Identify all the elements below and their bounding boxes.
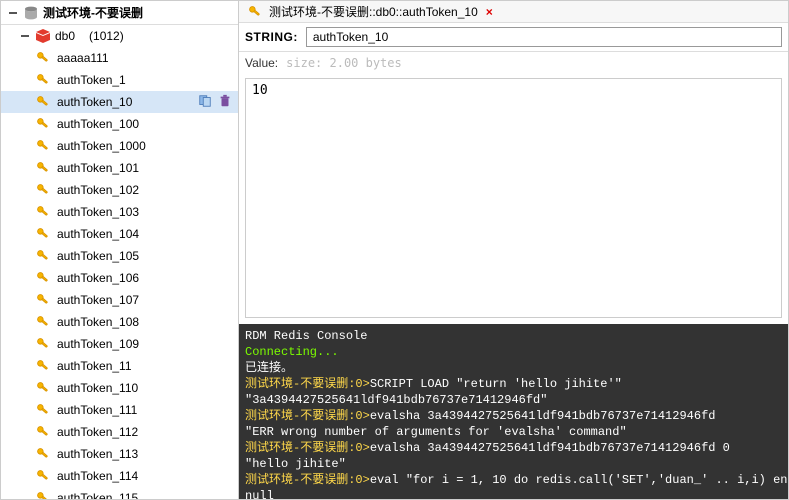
key-label: authToken_11 xyxy=(57,359,232,373)
key-icon xyxy=(35,358,51,374)
tree-item[interactable]: authToken_108 xyxy=(1,311,238,333)
key-icon xyxy=(35,116,51,132)
key-label: authToken_101 xyxy=(57,161,232,175)
tree-item[interactable]: aaaaa111 xyxy=(1,47,238,69)
tree-item[interactable]: authToken_103 xyxy=(1,201,238,223)
tree-item[interactable]: authToken_105 xyxy=(1,245,238,267)
tree-item[interactable]: authToken_1000 xyxy=(1,135,238,157)
key-label: authToken_112 xyxy=(57,425,232,439)
key-icon xyxy=(35,72,51,88)
tree-item[interactable]: authToken_11 xyxy=(1,355,238,377)
key-label: authToken_1000 xyxy=(57,139,232,153)
size-hint: size: 2.00 bytes xyxy=(286,56,402,70)
key-icon xyxy=(35,270,51,286)
key-label: authToken_110 xyxy=(57,381,232,395)
key-icon xyxy=(35,94,51,110)
rename-icon[interactable] xyxy=(198,94,212,111)
key-icon xyxy=(35,160,51,176)
key-icon xyxy=(35,182,51,198)
key-icon xyxy=(35,292,51,308)
key-label: authToken_10 xyxy=(57,95,192,109)
tree-item[interactable]: authToken_102 xyxy=(1,179,238,201)
collapse-icon[interactable] xyxy=(19,30,31,42)
key-icon xyxy=(35,446,51,462)
key-icon xyxy=(35,380,51,396)
key-icon xyxy=(35,402,51,418)
console[interactable]: RDM Redis ConsoleConnecting...已连接。测试环境-不… xyxy=(239,324,788,499)
root-label: 测试环境-不要误删 xyxy=(43,4,143,21)
key-header: STRING: xyxy=(239,23,788,52)
value-header: Value: size: 2.00 bytes xyxy=(239,52,788,74)
db-count: (1012) xyxy=(89,29,124,43)
main: 测试环境-不要误删::db0::authToken_10 × STRING: V… xyxy=(239,1,788,499)
key-name-input[interactable] xyxy=(306,27,782,47)
type-label: STRING: xyxy=(245,30,298,44)
key-label: authToken_105 xyxy=(57,249,232,263)
tree-item[interactable]: authToken_106 xyxy=(1,267,238,289)
key-label: authToken_109 xyxy=(57,337,232,351)
database-icon xyxy=(23,5,39,21)
tab-title[interactable]: 测试环境-不要误删::db0::authToken_10 xyxy=(269,3,478,20)
value-box[interactable]: 10 xyxy=(245,78,782,318)
key-icon xyxy=(35,314,51,330)
key-label: authToken_113 xyxy=(57,447,232,461)
key-label: authToken_100 xyxy=(57,117,232,131)
key-icon xyxy=(35,490,51,499)
tree-root[interactable]: 测试环境-不要误删 xyxy=(1,1,238,25)
key-icon xyxy=(35,204,51,220)
key-label: authToken_108 xyxy=(57,315,232,329)
tree-item[interactable]: authToken_112 xyxy=(1,421,238,443)
tree-item[interactable]: authToken_115 xyxy=(1,487,238,499)
key-label: authToken_115 xyxy=(57,491,232,499)
tree-item[interactable]: authToken_100 xyxy=(1,113,238,135)
delete-icon[interactable] xyxy=(218,94,232,111)
key-label: authToken_107 xyxy=(57,293,232,307)
key-list: aaaaa111 authToken_1 authToken_10 authToken… xyxy=(1,47,238,499)
key-icon xyxy=(35,138,51,154)
key-label: authToken_114 xyxy=(57,469,232,483)
db-label: db0 xyxy=(55,29,75,43)
tree-item[interactable]: authToken_114 xyxy=(1,465,238,487)
tree-item[interactable]: authToken_111 xyxy=(1,399,238,421)
key-icon xyxy=(35,50,51,66)
key-label: aaaaa111 xyxy=(57,51,232,65)
key-label: authToken_1 xyxy=(57,73,232,87)
tree-item[interactable]: authToken_1 xyxy=(1,69,238,91)
tree-db[interactable]: db0 (1012) xyxy=(1,25,238,47)
tree-item[interactable]: authToken_101 xyxy=(1,157,238,179)
key-label: authToken_111 xyxy=(57,403,232,417)
tree-item[interactable]: authToken_109 xyxy=(1,333,238,355)
key-label: authToken_104 xyxy=(57,227,232,241)
key-label: authToken_102 xyxy=(57,183,232,197)
key-icon xyxy=(35,226,51,242)
key-icon xyxy=(35,248,51,264)
key-icon xyxy=(35,336,51,352)
tree-item[interactable]: authToken_104 xyxy=(1,223,238,245)
db-icon xyxy=(35,28,51,44)
tab-close-icon[interactable]: × xyxy=(486,5,493,19)
value-label: Value: xyxy=(245,56,278,70)
tree-item[interactable]: authToken_113 xyxy=(1,443,238,465)
key-label: authToken_106 xyxy=(57,271,232,285)
tree-item[interactable]: authToken_107 xyxy=(1,289,238,311)
key-icon xyxy=(35,468,51,484)
app: 测试环境-不要误删 db0 (1012) aaaaa111 authToken_1… xyxy=(0,0,789,500)
tree-item[interactable]: authToken_110 xyxy=(1,377,238,399)
key-icon xyxy=(35,424,51,440)
key-icon xyxy=(247,4,263,20)
key-label: authToken_103 xyxy=(57,205,232,219)
sidebar: 测试环境-不要误删 db0 (1012) aaaaa111 authToken_1… xyxy=(1,1,239,499)
tree-item[interactable]: authToken_10 xyxy=(1,91,238,113)
collapse-icon[interactable] xyxy=(7,7,19,19)
tabbar: 测试环境-不要误删::db0::authToken_10 × xyxy=(239,1,788,23)
